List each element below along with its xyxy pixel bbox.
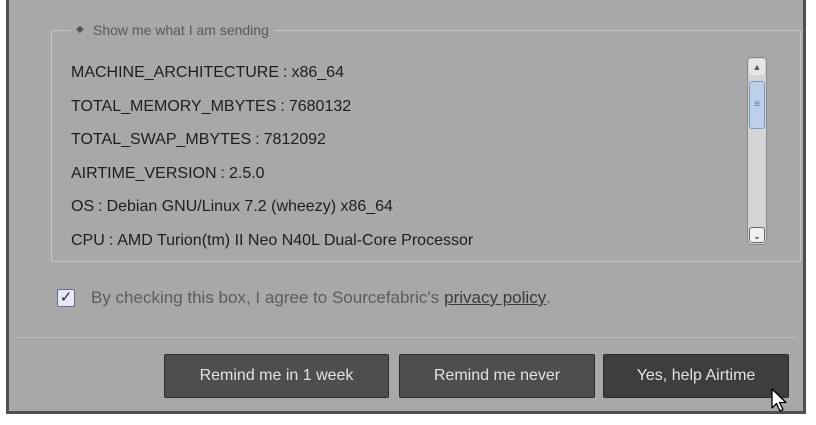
info-separator: :	[280, 97, 285, 115]
info-row-cpu: CPU: AMD Turion(tm) II Neo N40L Dual-Core…	[71, 224, 741, 257]
system-info-scrollbar[interactable]: ▲ ≡ ⌄	[747, 57, 767, 245]
info-key: CPU	[71, 231, 105, 249]
privacy-consent: ✓ By checking this box, I agree to Sourc…	[57, 288, 551, 308]
info-value: AMD Turion(tm) II Neo N40L Dual-Core Pro…	[117, 231, 474, 249]
info-value: 7812092	[263, 131, 326, 148]
info-separator: :	[220, 164, 225, 182]
mouse-pointer-icon	[771, 388, 787, 412]
system-info-list: MACHINE_ARCHITECTURE: x86_64 TOTAL_MEMORY…	[71, 56, 741, 256]
footer-divider	[15, 337, 797, 338]
info-row-total-swap: TOTAL_SWAP_MBYTES:7812092	[71, 123, 741, 157]
info-key: TOTAL_SWAP_MBYTES	[71, 131, 252, 148]
expand-collapse-icon: ◆	[76, 24, 84, 35]
info-separator: :	[108, 231, 114, 249]
info-row-airtime-version: AIRTIME_VERSION:2.5.0	[71, 157, 741, 191]
info-row-machine-architecture: MACHINE_ARCHITECTURE: x86_64	[71, 56, 741, 90]
privacy-consent-checkbox[interactable]: ✓	[57, 289, 75, 307]
info-separator: :	[255, 131, 260, 148]
privacy-policy-link[interactable]: privacy policy	[444, 288, 546, 308]
info-key: OS	[71, 198, 95, 215]
info-value: Debian GNU/Linux 7.2 (wheezy) x86_64	[106, 198, 393, 215]
info-key: TOTAL_MEMORY_MBYTES	[71, 97, 277, 115]
info-value: 7680132	[288, 97, 352, 115]
show-details-toggle[interactable]: ◆ Show me what I am sending	[71, 19, 274, 41]
privacy-consent-text: By checking this box, I agree to Sourcef…	[91, 288, 440, 307]
info-key: MACHINE_ARCHITECTURE	[71, 64, 280, 81]
info-row-total-memory: TOTAL_MEMORY_MBYTES:7680132	[71, 90, 741, 124]
info-value: x86_64	[291, 64, 344, 81]
remind-in-1-week-button[interactable]: Remind me in 1 week	[164, 354, 389, 398]
info-key: AIRTIME_VERSION	[71, 164, 217, 182]
info-row-os: OS: Debian GNU/Linux 7.2 (wheezy) x86_64	[71, 190, 741, 224]
info-separator: :	[283, 64, 288, 81]
scroll-down-arrow-icon[interactable]: ⌄	[749, 227, 765, 243]
info-value: 2.5.0	[228, 164, 265, 182]
scrollbar-thumb[interactable]: ≡	[749, 81, 765, 129]
remind-never-button[interactable]: Remind me never	[399, 354, 595, 398]
show-details-label: Show me what I am sending	[93, 22, 269, 38]
info-separator: :	[98, 198, 103, 215]
yes-help-airtime-button[interactable]: Yes, help Airtime	[603, 354, 789, 398]
scroll-up-arrow-icon[interactable]: ▲	[749, 59, 765, 75]
privacy-consent-suffix: .	[546, 288, 551, 307]
support-feedback-dialog: ◆ Show me what I am sending MACHINE_ARCH…	[6, 0, 806, 414]
